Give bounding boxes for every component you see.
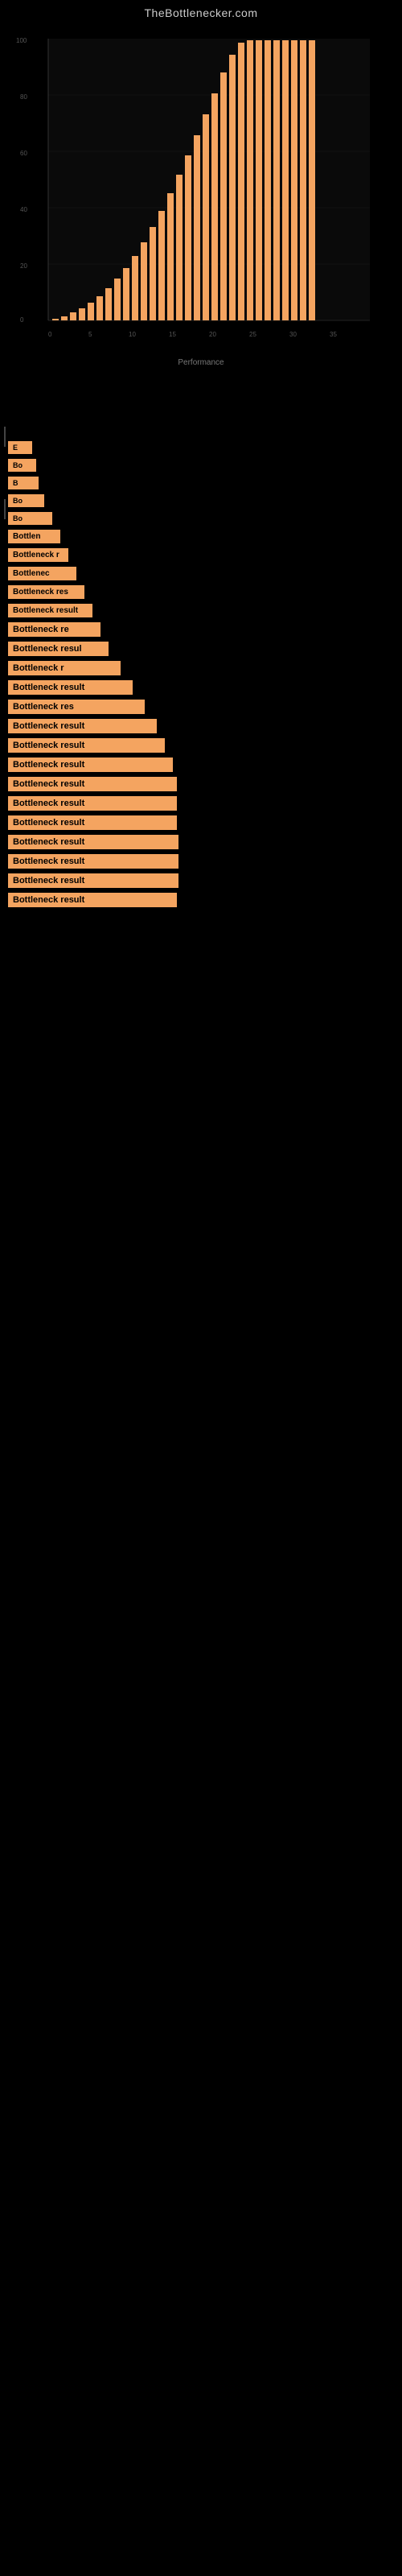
result-label: Bottleneck result <box>8 815 177 830</box>
list-item: Bottleneck result <box>8 604 394 617</box>
result-label: Bo <box>8 512 52 525</box>
list-item: Bo <box>8 459 394 472</box>
result-label: Bottleneck result <box>8 796 177 811</box>
result-label: Bottleneck result <box>8 835 178 849</box>
result-label: Bottleneck result <box>8 854 178 869</box>
svg-text:40: 40 <box>20 206 27 213</box>
result-label: Bottleneck result <box>8 719 157 733</box>
result-label: Bottleneck result <box>8 738 165 753</box>
list-item: Bottleneck res <box>8 700 394 714</box>
svg-text:20: 20 <box>209 331 216 338</box>
result-label: Bo <box>8 459 36 472</box>
list-item: Bo <box>8 512 394 525</box>
list-item: Bottleneck result <box>8 873 394 888</box>
svg-text:20: 20 <box>20 262 27 270</box>
main-chart: 0 5 10 15 20 25 30 35 <box>16 23 386 377</box>
list-item: Bottleneck r <box>8 661 394 675</box>
result-label: Bottleneck result <box>8 758 173 772</box>
indicator-line-1 <box>4 427 6 447</box>
result-label: Bottleneck result <box>8 680 133 695</box>
chart-area: 0 5 10 15 20 25 30 35 <box>0 23 402 425</box>
result-label: Bottleneck r <box>8 661 121 675</box>
result-label: Bottleneck re <box>8 622 100 637</box>
list-item: Bottleneck result <box>8 835 394 849</box>
result-label: Bottleneck result <box>8 604 92 617</box>
svg-text:Performance: Performance <box>178 358 224 367</box>
result-label: Bottleneck r <box>8 548 68 562</box>
list-item: Bottleneck res <box>8 585 394 599</box>
list-item: Bottleneck result <box>8 815 394 830</box>
result-label: Bo <box>8 494 44 507</box>
result-label: E <box>8 441 32 454</box>
svg-text:15: 15 <box>169 331 176 338</box>
result-label: Bottlenec <box>8 567 76 580</box>
list-item: Bottleneck result <box>8 796 394 811</box>
list-item: Bottlenec <box>8 567 394 580</box>
result-label: Bottleneck res <box>8 585 84 599</box>
list-item: Bottleneck result <box>8 738 394 753</box>
result-label: Bottleneck result <box>8 873 178 888</box>
svg-text:100: 100 <box>16 37 27 44</box>
svg-text:0: 0 <box>20 316 24 324</box>
svg-text:35: 35 <box>330 331 337 338</box>
list-item: Bottlen <box>8 530 394 543</box>
svg-text:25: 25 <box>249 331 256 338</box>
svg-text:30: 30 <box>289 331 297 338</box>
list-item: E <box>8 441 394 454</box>
site-title: TheBottlenecker.com <box>0 0 402 23</box>
indicator-line-2 <box>4 499 6 519</box>
results-list: E Bo B Bo Bo Bottlen Bottleneck r Bottle… <box>0 425 402 928</box>
svg-text:5: 5 <box>88 331 92 338</box>
result-label: B <box>8 477 39 489</box>
result-label: Bottleneck resul <box>8 642 109 656</box>
list-item: Bottleneck result <box>8 758 394 772</box>
list-item: Bo <box>8 494 394 507</box>
list-item: Bottleneck resul <box>8 642 394 656</box>
svg-text:80: 80 <box>20 93 27 101</box>
svg-text:60: 60 <box>20 150 27 157</box>
list-item: Bottleneck r <box>8 548 394 562</box>
list-item: Bottleneck result <box>8 680 394 695</box>
result-label: Bottleneck result <box>8 893 177 907</box>
svg-text:0: 0 <box>48 331 52 338</box>
list-item: Bottleneck result <box>8 893 394 907</box>
list-item: Bottleneck re <box>8 622 394 637</box>
svg-text:10: 10 <box>129 331 136 338</box>
list-item: Bottleneck result <box>8 777 394 791</box>
list-item: B <box>8 477 394 489</box>
result-label: Bottleneck result <box>8 777 177 791</box>
result-label: Bottlen <box>8 530 60 543</box>
result-label: Bottleneck res <box>8 700 145 714</box>
list-item: Bottleneck result <box>8 854 394 869</box>
list-item: Bottleneck result <box>8 719 394 733</box>
